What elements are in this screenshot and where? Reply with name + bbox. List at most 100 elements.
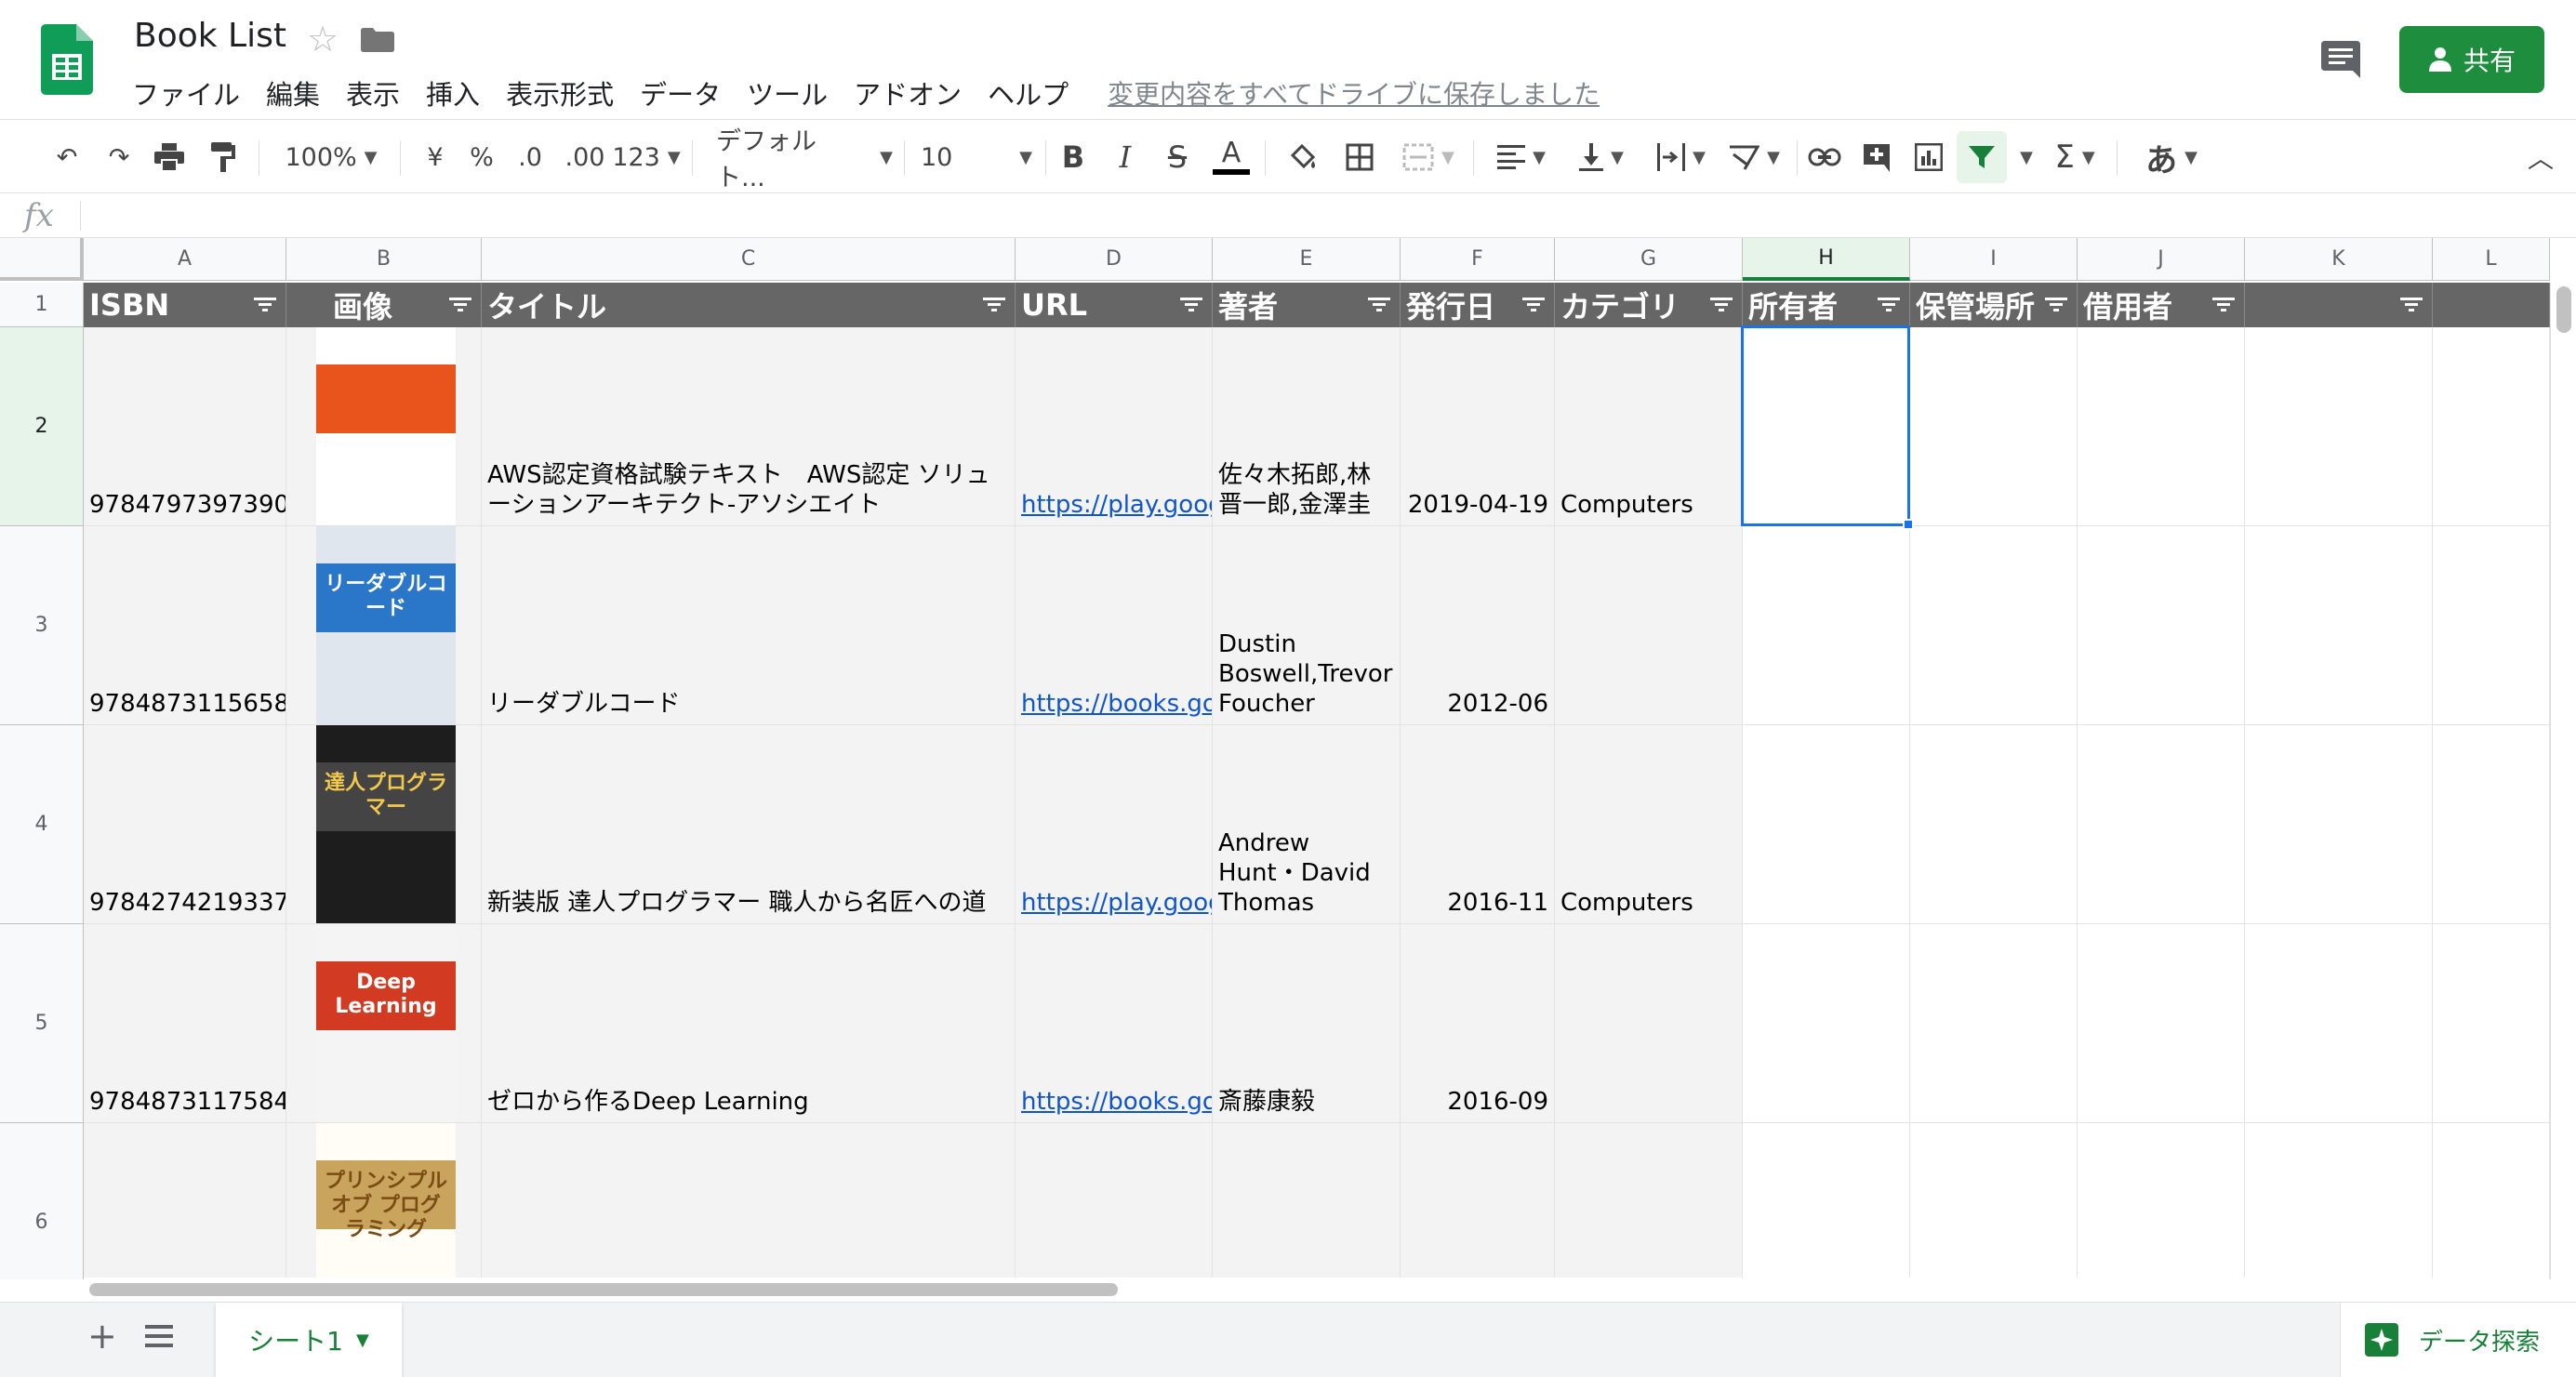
menu-insert[interactable]: 挿入 — [426, 73, 480, 113]
menu-tools[interactable]: ツール — [747, 73, 828, 113]
more-formats-button[interactable]: 123 ▼ — [612, 131, 680, 183]
column-header-h[interactable]: H — [1743, 238, 1910, 281]
column-header-b[interactable]: B — [286, 238, 482, 281]
horizontal-align-icon[interactable]: ▼ — [1486, 131, 1557, 183]
image-cell[interactable]: 達人プログラマー — [286, 725, 482, 924]
category-cell[interactable] — [1555, 526, 1743, 725]
column-header-f[interactable]: F — [1401, 238, 1555, 281]
url-cell[interactable]: https://play.google — [1016, 725, 1213, 924]
owner-cell[interactable] — [1743, 526, 1910, 725]
all-sheets-menu-icon[interactable] — [145, 1323, 173, 1349]
header-cell-l[interactable] — [2433, 283, 2550, 327]
column-header-c[interactable]: C — [482, 238, 1016, 281]
url-cell[interactable] — [1016, 1123, 1213, 1279]
published-cell[interactable] — [1401, 1123, 1555, 1279]
filter-list-icon[interactable] — [2212, 298, 2235, 312]
borrower-cell[interactable] — [2078, 1123, 2245, 1279]
empty-cell[interactable] — [2245, 924, 2433, 1123]
published-cell[interactable]: 2019-04-19 — [1401, 327, 1555, 526]
menu-help[interactable]: ヘルプ — [988, 73, 1069, 113]
menu-format[interactable]: 表示形式 — [506, 73, 614, 113]
add-sheet-icon[interactable]: + — [87, 1316, 117, 1357]
borders-icon[interactable] — [1339, 131, 1380, 183]
column-header-d[interactable]: D — [1016, 238, 1213, 281]
folder-icon[interactable] — [361, 28, 394, 52]
collapse-toolbar-icon[interactable]: ︿ — [2520, 131, 2561, 183]
insert-chart-icon[interactable] — [1908, 131, 1949, 183]
filter-list-icon[interactable] — [449, 298, 471, 312]
filter-list-icon[interactable] — [2400, 298, 2423, 312]
filter-list-icon[interactable] — [254, 298, 276, 312]
isbn-cell[interactable]: 9784274219337 — [84, 725, 286, 924]
category-cell[interactable] — [1555, 1123, 1743, 1279]
filter-list-icon[interactable] — [1522, 298, 1545, 312]
empty-cell[interactable] — [2245, 327, 2433, 526]
row-header-2[interactable]: 2 — [0, 327, 84, 526]
save-status[interactable]: 変更内容をすべてドライブに保存しました — [1108, 74, 1600, 112]
image-cell[interactable]: プリンシプル オブ プログラミング — [286, 1123, 482, 1279]
header-cell-k[interactable] — [2245, 283, 2433, 327]
filter-views-dropdown[interactable]: ▼ — [2009, 131, 2037, 183]
header-cell-isbn[interactable]: ISBN — [84, 283, 286, 327]
chevron-down-icon[interactable]: ▼ — [356, 1331, 369, 1350]
borrower-cell[interactable] — [2078, 725, 2245, 924]
print-icon[interactable] — [149, 131, 190, 183]
location-cell[interactable] — [1910, 526, 2078, 725]
vertical-scroll-thumb[interactable] — [2556, 286, 2571, 333]
header-cell-published[interactable]: 発行日 — [1401, 283, 1555, 327]
header-cell-image[interactable]: 画像 — [286, 283, 482, 327]
fill-handle[interactable] — [1903, 519, 1914, 530]
author-cell[interactable]: 斎藤康毅 — [1213, 924, 1401, 1123]
filter-icon[interactable] — [1957, 131, 2007, 183]
empty-cell[interactable] — [2433, 725, 2550, 924]
increase-decimals-button[interactable]: .00 — [560, 131, 610, 183]
menu-addons[interactable]: アドオン — [854, 73, 962, 113]
header-cell-borrower[interactable]: 借用者 — [2078, 283, 2245, 327]
percent-format-button[interactable]: % — [461, 131, 502, 183]
published-cell[interactable]: 2016-11 — [1401, 725, 1555, 924]
comment-history-icon[interactable] — [2321, 41, 2360, 78]
author-cell[interactable] — [1213, 1123, 1401, 1279]
owner-cell[interactable] — [1743, 924, 1910, 1123]
column-header-a[interactable]: A — [84, 238, 286, 281]
title-cell[interactable]: 新装版 達人プログラマー 職人から名匠への道 — [482, 725, 1016, 924]
book-link[interactable]: https://books.goog — [1021, 689, 1212, 719]
row-header-1[interactable]: 1 — [0, 283, 84, 327]
header-cell-owner[interactable]: 所有者 — [1743, 283, 1910, 327]
empty-cell[interactable] — [2433, 924, 2550, 1123]
formula-input[interactable] — [89, 199, 2544, 232]
isbn-cell[interactable]: 9784873115658 — [84, 526, 286, 725]
row-header-5[interactable]: 5 — [0, 924, 84, 1123]
image-cell[interactable]: Deep Learning — [286, 924, 482, 1123]
vertical-scrollbar[interactable] — [2550, 283, 2576, 1279]
borrower-cell[interactable] — [2078, 526, 2245, 725]
sheets-logo-icon[interactable] — [41, 24, 93, 95]
title-cell[interactable]: ゼロから作るDeep Learning — [482, 924, 1016, 1123]
header-cell-url[interactable]: URL — [1016, 283, 1213, 327]
title-cell[interactable]: リーダブルコード — [482, 526, 1016, 725]
empty-cell[interactable] — [2433, 526, 2550, 725]
empty-cell[interactable] — [2433, 327, 2550, 526]
column-header-g[interactable]: G — [1555, 238, 1743, 281]
explore-button[interactable]: データ探索 — [2340, 1303, 2576, 1377]
url-cell[interactable]: https://books.goog — [1016, 924, 1213, 1123]
filter-list-icon[interactable] — [983, 298, 1005, 312]
empty-cell[interactable] — [2433, 1123, 2550, 1279]
column-header-e[interactable]: E — [1213, 238, 1401, 281]
horizontal-scroll-thumb[interactable] — [89, 1283, 1118, 1296]
font-size-select[interactable]: 10 ▼ — [921, 131, 1032, 183]
star-icon[interactable]: ☆ — [307, 20, 339, 58]
paint-format-icon[interactable] — [203, 131, 244, 183]
owner-cell[interactable] — [1743, 1123, 1910, 1279]
menu-view[interactable]: 表示 — [346, 73, 400, 113]
text-rotation-icon[interactable]: ▼ — [1719, 131, 1789, 183]
location-cell[interactable] — [1910, 327, 2078, 526]
location-cell[interactable] — [1910, 725, 2078, 924]
empty-cell[interactable] — [2245, 1123, 2433, 1279]
currency-format-button[interactable]: ¥ — [415, 131, 456, 183]
category-cell[interactable] — [1555, 924, 1743, 1123]
book-link[interactable]: https://books.goog — [1021, 1087, 1212, 1117]
filter-list-icon[interactable] — [1878, 298, 1900, 312]
menu-file[interactable]: ファイル — [132, 73, 240, 113]
published-cell[interactable]: 2016-09 — [1401, 924, 1555, 1123]
